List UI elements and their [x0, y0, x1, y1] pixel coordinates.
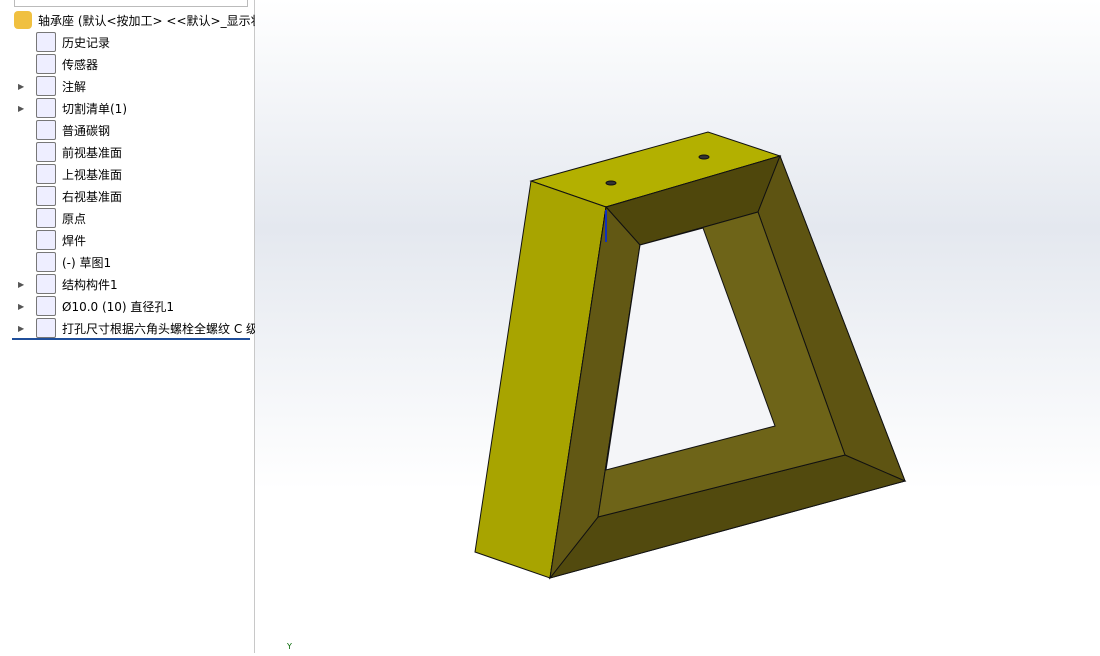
graphics-area[interactable]	[255, 0, 1100, 653]
tree-item[interactable]: ▶ 注解	[18, 75, 87, 97]
origin-icon	[36, 208, 56, 228]
feature-manager-tree: 轴承座 (默认<按加工> <<默认>_显示状 历史记录传感器 ▶ 注解 ▶ 切割清单(1…	[0, 0, 263, 653]
tree-item-label: 普通碳钢	[62, 123, 111, 138]
tree-item[interactable]: ▶ 切割清单(1)	[18, 97, 127, 119]
expand-arrow-icon[interactable]: ▶	[18, 104, 24, 113]
tree-item[interactable]: ▶ 结构构件1	[18, 273, 118, 295]
tree-item-label: 前视基准面	[62, 145, 123, 160]
root-label: 轴承座 (默认<按加工> <<默认>_显示状	[38, 13, 263, 28]
tree-item[interactable]: 前视基准面	[36, 141, 122, 163]
tree-item[interactable]: 原点	[36, 207, 86, 229]
tree-item[interactable]: 右视基准面	[36, 185, 122, 207]
rollback-bar[interactable]	[12, 338, 250, 340]
tree-item[interactable]: 传感器	[36, 53, 98, 75]
frame-model	[474, 131, 907, 580]
tree-item[interactable]: 普通碳钢	[36, 119, 110, 141]
history-folder-icon	[36, 32, 56, 52]
expand-arrow-icon[interactable]: ▶	[18, 280, 24, 289]
material-icon	[36, 120, 56, 140]
expand-arrow-icon[interactable]: ▶	[18, 302, 24, 311]
tree-item[interactable]: 焊件	[36, 229, 86, 251]
expand-arrow-icon[interactable]: ▶	[18, 324, 24, 333]
tree-item[interactable]: 上视基准面	[36, 163, 122, 185]
tree-root[interactable]: 轴承座 (默认<按加工> <<默认>_显示状	[14, 9, 263, 31]
plane-icon	[36, 142, 56, 162]
hole-wizard-icon	[36, 318, 56, 338]
tree-item-label: 历史记录	[62, 35, 111, 50]
tree-item-label: 上视基准面	[62, 167, 123, 182]
tree-item-label: 结构构件1	[62, 277, 118, 292]
tree-item-label: 切割清单(1)	[62, 101, 127, 116]
plane-icon	[36, 164, 56, 184]
annotation-folder-icon	[36, 76, 56, 96]
sensor-folder-icon	[36, 54, 56, 74]
structural-member-icon	[36, 274, 56, 294]
tree-item-label: 右视基准面	[62, 189, 123, 204]
tree-item-label: 注解	[62, 79, 87, 94]
tree-filter[interactable]	[14, 0, 248, 7]
tree-item-label: 传感器	[62, 57, 99, 72]
tree-item[interactable]: (-) 草图1	[36, 251, 111, 273]
tree-item-label: 打孔尺寸根据六角头螺栓全螺纹 C 级	[62, 321, 259, 336]
hole-wizard-icon	[36, 296, 56, 316]
tree-item[interactable]: ▶ Ø10.0 (10) 直径孔1	[18, 295, 175, 317]
tree-item-label: 原点	[62, 211, 87, 226]
part-icon	[14, 11, 32, 29]
tree-item[interactable]: 历史记录	[36, 31, 110, 53]
tree-item-label: 焊件	[62, 233, 87, 248]
cut-list-icon	[36, 98, 56, 118]
tree-item-label: (-) 草图1	[62, 255, 112, 270]
sketch-icon	[36, 252, 56, 272]
axis-label-y: Y	[287, 642, 292, 651]
weldment-icon	[36, 230, 56, 250]
expand-arrow-icon[interactable]: ▶	[18, 82, 24, 91]
tree-item[interactable]: ▶ 打孔尺寸根据六角头螺栓全螺纹 C 级	[18, 317, 259, 339]
tree-item-label: Ø10.0 (10) 直径孔1	[62, 299, 175, 314]
plane-icon	[36, 186, 56, 206]
